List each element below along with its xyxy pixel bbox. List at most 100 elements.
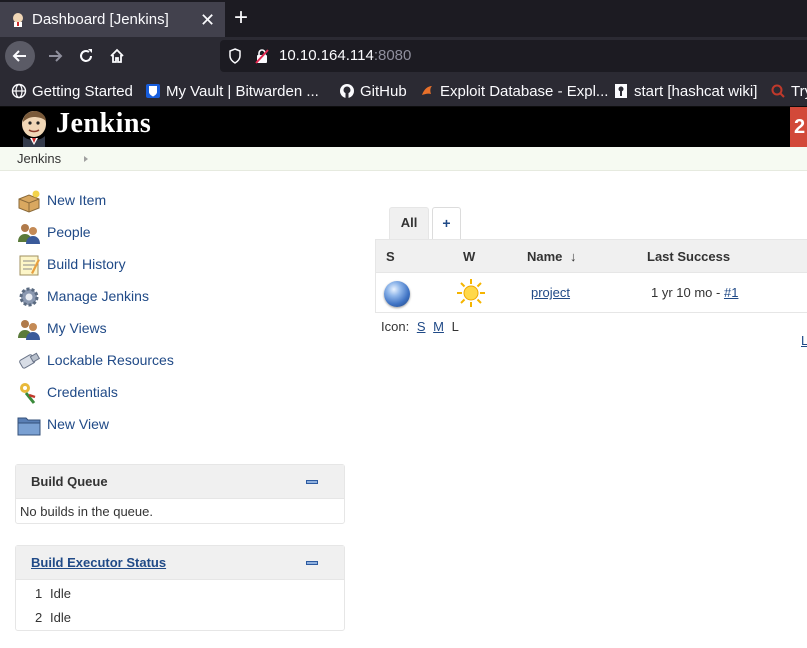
- github-icon: [340, 84, 354, 98]
- sort-arrow-icon: ↓: [570, 249, 577, 264]
- url-host: 10.10.164.114: [279, 47, 374, 64]
- executor-status-header: Build Executor Status: [16, 546, 344, 580]
- bookmark-label: Try: [791, 82, 807, 100]
- job-link-project[interactable]: project: [531, 285, 570, 300]
- last-success-time: 1 yr 10 mo -: [651, 285, 724, 300]
- url-bar[interactable]: 10.10.164.114:8080: [220, 40, 807, 72]
- bookmark-label: Getting Started: [32, 82, 133, 100]
- executor-status-pane: Build Executor Status 1 Idle 2 Idle: [15, 545, 345, 631]
- column-header-weather[interactable]: W: [463, 249, 475, 264]
- legend-link[interactable]: L: [801, 333, 807, 348]
- task-label: Lockable Resources: [47, 352, 174, 368]
- executor-status: Idle: [50, 610, 71, 625]
- task-manage-jenkins[interactable]: Manage Jenkins: [17, 285, 149, 309]
- hashcat-icon: [615, 84, 627, 98]
- executor-number: 2: [35, 610, 43, 625]
- bookmark-hashcat[interactable]: start [hashcat wiki]: [613, 81, 757, 101]
- back-button[interactable]: [5, 41, 35, 71]
- bookmark-bitwarden[interactable]: My Vault | Bitwarden ...: [145, 81, 319, 101]
- forward-button[interactable]: [40, 41, 70, 71]
- jobs-table: S W Name ↓ Last Success project 1 yr 10 …: [375, 239, 807, 313]
- bookmark-label: GitHub: [360, 82, 407, 100]
- status-blue-ball-icon[interactable]: [384, 281, 410, 307]
- home-button[interactable]: [102, 41, 132, 71]
- icon-size-selector: Icon: S M L: [381, 319, 459, 334]
- task-new-view[interactable]: New View: [17, 413, 109, 437]
- task-label: New Item: [47, 192, 107, 208]
- arrow-left-icon: [12, 50, 26, 62]
- task-credentials[interactable]: Credentials: [17, 381, 118, 405]
- job-name[interactable]: project: [531, 285, 570, 300]
- icon-size-small[interactable]: S: [417, 319, 426, 334]
- breadcrumb: Jenkins: [0, 147, 807, 171]
- exploit-db-icon: [422, 86, 432, 95]
- last-success-cell: 1 yr 10 mo - #1: [651, 285, 738, 300]
- tab-all[interactable]: All: [389, 207, 429, 239]
- task-label: Manage Jenkins: [47, 288, 149, 304]
- column-header-last-success[interactable]: Last Success: [647, 249, 730, 264]
- task-label: Credentials: [47, 384, 118, 400]
- build-queue-header: Build Queue: [16, 465, 344, 499]
- task-label: New View: [47, 416, 109, 432]
- icon-size-medium[interactable]: M: [433, 319, 444, 334]
- column-header-status[interactable]: S: [386, 249, 395, 264]
- url-port: :8080: [373, 47, 412, 64]
- gear-icon: [19, 287, 39, 307]
- bookmark-github[interactable]: GitHub: [339, 81, 407, 101]
- bookmark-try[interactable]: Try: [770, 81, 807, 101]
- bookmark-exploit-db[interactable]: Exploit Database - Expl...: [419, 81, 608, 101]
- bookmark-label: start [hashcat wiki]: [634, 82, 758, 100]
- insecure-lock-icon[interactable]: [255, 48, 269, 64]
- browser-tab-bar: Dashboard [Jenkins] ✕ +: [0, 0, 807, 37]
- search-icon: [771, 84, 785, 98]
- home-icon: [110, 48, 124, 63]
- bitwarden-icon: [146, 84, 160, 98]
- jenkins-title[interactable]: Jenkins: [56, 108, 151, 140]
- breadcrumb-arrow-icon[interactable]: [84, 156, 88, 162]
- column-header-name[interactable]: Name ↓: [527, 249, 577, 264]
- folder-icon: [17, 417, 41, 436]
- icon-size-label: Icon:: [381, 319, 410, 334]
- sunny-weather-icon[interactable]: [456, 278, 486, 308]
- reload-icon: [80, 49, 92, 62]
- task-label: People: [47, 224, 91, 240]
- executor-status: Idle: [50, 586, 71, 601]
- globe-icon: [11, 83, 27, 99]
- task-build-history[interactable]: Build History: [17, 253, 126, 277]
- user-icon: [18, 320, 40, 340]
- jenkins-favicon-icon: [13, 13, 23, 27]
- task-label: Build History: [47, 256, 126, 272]
- shield-icon[interactable]: [228, 48, 242, 64]
- notepad-icon: [19, 255, 40, 276]
- jobs-table-header: S W Name ↓ Last Success: [376, 240, 807, 273]
- task-my-views[interactable]: My Views: [17, 317, 107, 341]
- build-queue-pane: Build Queue No builds in the queue.: [15, 464, 345, 524]
- close-tab-icon[interactable]: ✕: [200, 8, 215, 32]
- new-tab-button[interactable]: +: [230, 4, 252, 32]
- build-link[interactable]: #1: [724, 285, 738, 300]
- people-icon: [18, 224, 40, 244]
- executor-status-link[interactable]: Build Executor Status: [31, 555, 166, 570]
- build-queue-title: Build Queue: [31, 474, 108, 489]
- bookmark-getting-started[interactable]: Getting Started: [11, 81, 133, 101]
- column-name-label: Name: [527, 249, 563, 264]
- bookmarks-bar: Getting Started My Vault | Bitwarden ...…: [0, 74, 807, 107]
- reload-button[interactable]: [71, 41, 101, 71]
- collapse-icon[interactable]: [306, 480, 318, 484]
- add-view-tab[interactable]: +: [432, 207, 461, 239]
- bookmark-label: Exploit Database - Expl...: [440, 82, 609, 100]
- task-people[interactable]: People: [17, 221, 91, 245]
- keys-icon: [20, 383, 36, 404]
- collapse-icon[interactable]: [306, 561, 318, 565]
- jenkins-logo-icon[interactable]: [17, 110, 53, 147]
- icon-size-large: L: [451, 319, 459, 334]
- notification-badge[interactable]: 2: [790, 107, 807, 147]
- new-item-icon: [18, 190, 40, 213]
- bookmark-label: My Vault | Bitwarden ...: [166, 82, 319, 100]
- task-new-item[interactable]: New Item: [17, 189, 106, 213]
- breadcrumb-jenkins[interactable]: Jenkins: [17, 151, 61, 166]
- url-text[interactable]: 10.10.164.114:8080: [279, 47, 411, 64]
- task-lockable-resources[interactable]: Lockable Resources: [17, 349, 174, 373]
- browser-tab-dashboard[interactable]: Dashboard [Jenkins] ✕: [0, 0, 225, 37]
- usb-icon: [19, 352, 41, 369]
